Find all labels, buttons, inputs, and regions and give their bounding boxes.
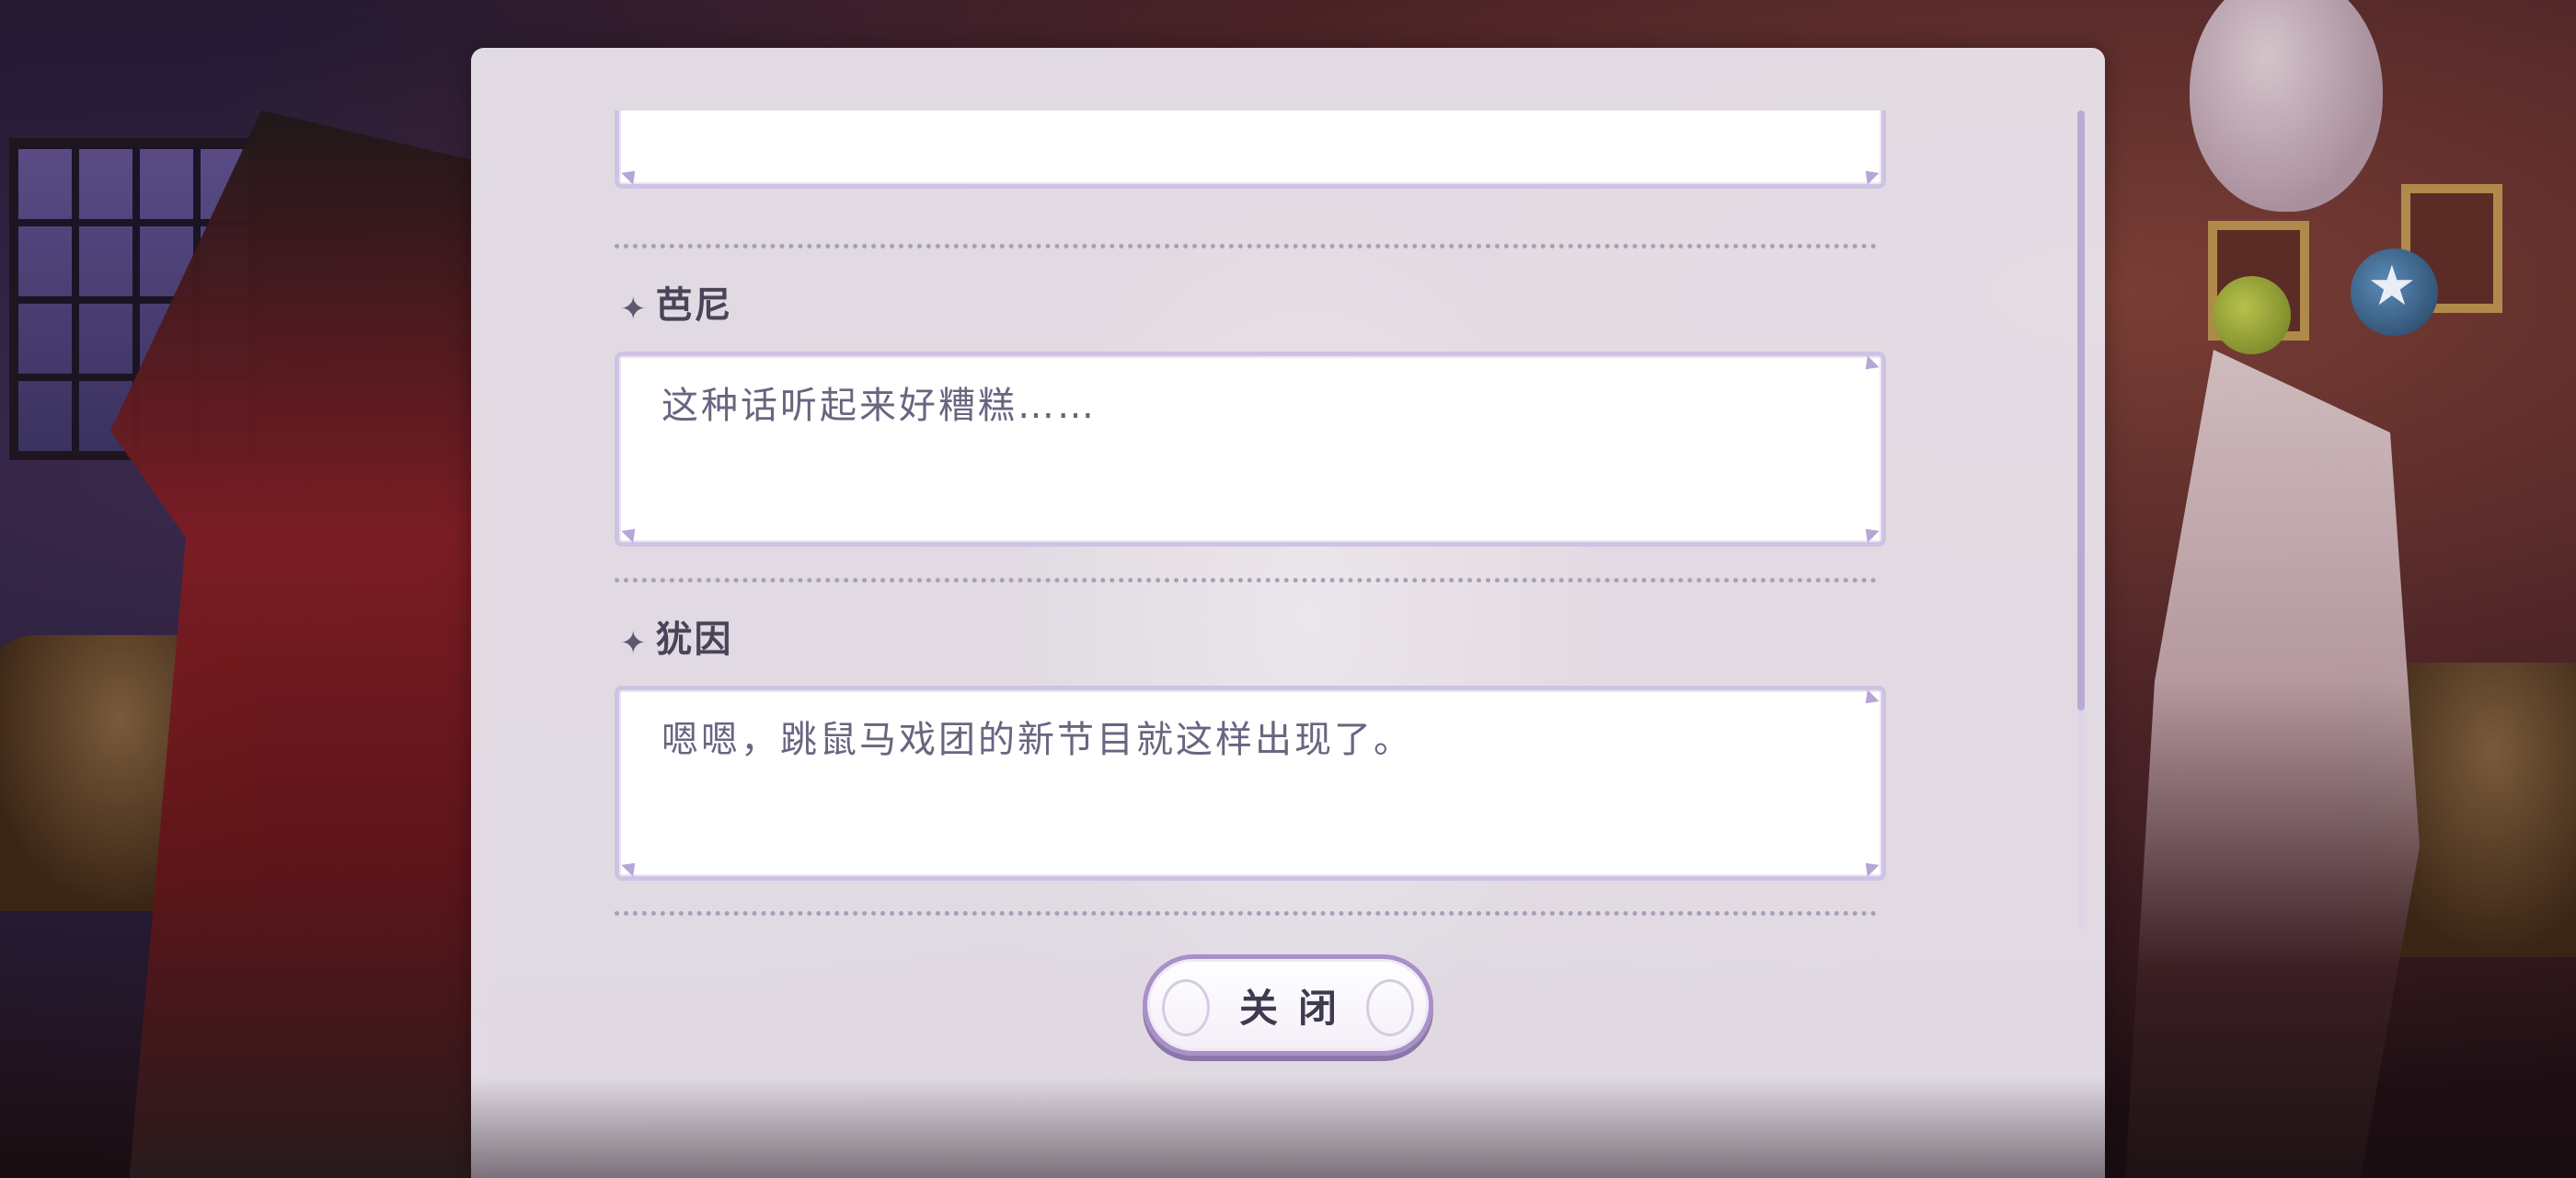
scrollbar[interactable] <box>2077 110 2085 930</box>
balloon-image <box>2190 0 2383 212</box>
corner-ornament-icon <box>1859 857 1880 877</box>
green-ball-image <box>2213 276 2291 354</box>
dialog-entry-card: 这种话听起来好糟糕…… <box>615 352 1886 547</box>
corner-ornament-icon <box>621 523 641 543</box>
sparkle-icon: ✦ <box>620 625 647 662</box>
corner-ornament-icon <box>621 857 641 877</box>
speaker-name: 芭尼 <box>655 284 733 327</box>
dotted-divider <box>615 578 1877 583</box>
speaker-name: 犹因 <box>655 618 733 661</box>
dialog-log-panel: ✦ 芭尼 这种话听起来好糟糕…… ✦ 犹因 嗯嗯，跳鼠马戏团的新节目就这样出现了… <box>471 48 2105 1178</box>
dialog-entry-text: 这种话听起来好糟糕…… <box>661 385 1097 427</box>
star-ball-image <box>2351 248 2438 336</box>
dotted-divider <box>615 244 1877 248</box>
speaker-header: ✦ 芭尼 <box>620 279 733 328</box>
corner-ornament-icon <box>1859 355 1880 375</box>
corner-ornament-icon <box>1859 689 1880 710</box>
corner-ornament-icon <box>1859 523 1880 543</box>
dotted-divider <box>615 911 1877 916</box>
scrollbar-thumb[interactable] <box>2077 110 2085 710</box>
sparkle-icon: ✦ <box>620 291 647 328</box>
close-button-label: 关闭 <box>1238 985 1357 1031</box>
close-button[interactable]: 关闭 <box>1143 954 1433 1056</box>
dialog-entry-text: 嗯嗯，跳鼠马戏团的新节目就这样出现了。 <box>661 719 1413 761</box>
dialog-log-list[interactable]: ✦ 芭尼 这种话听起来好糟糕…… ✦ 犹因 嗯嗯，跳鼠马戏团的新节目就这样出现了… <box>602 110 1890 930</box>
corner-ornament-icon <box>621 165 641 185</box>
dialog-entry-card: 嗯嗯，跳鼠马戏团的新节目就这样出现了。 <box>615 686 1886 881</box>
corner-ornament-icon <box>1859 165 1880 185</box>
speaker-header: ✦ 犹因 <box>620 613 733 662</box>
dialog-entry-card <box>615 110 1886 189</box>
